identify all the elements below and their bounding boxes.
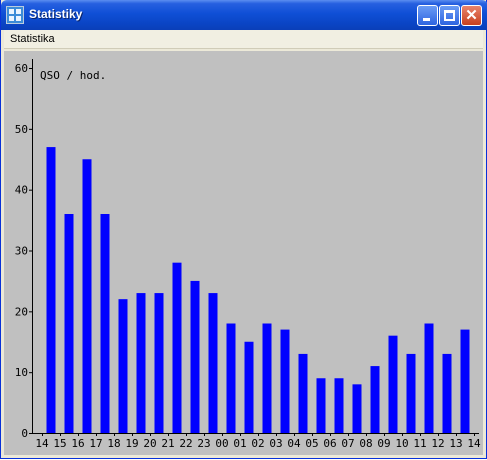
x-tick-label: 21 <box>161 437 174 450</box>
bar <box>298 353 308 433</box>
x-tick-label: 05 <box>305 437 318 450</box>
bar <box>280 329 290 433</box>
x-tick-label: 16 <box>71 437 84 450</box>
x-tick-label: 12 <box>431 437 444 450</box>
x-tick-label: 08 <box>359 437 372 450</box>
bar <box>136 293 146 433</box>
title-bar[interactable]: Statistiky ✕ <box>1 0 487 30</box>
x-tick-label: 02 <box>251 437 264 450</box>
x-tick-label: 15 <box>53 437 66 450</box>
y-tick-label: 50 <box>15 123 28 136</box>
bar <box>352 384 362 433</box>
bar <box>154 293 164 433</box>
x-tick-label: 04 <box>287 437 301 450</box>
x-tick-label: 14 <box>467 437 481 450</box>
y-tick-label: 0 <box>21 427 28 440</box>
x-tick-label: 10 <box>395 437 408 450</box>
close-icon: ✕ <box>465 7 478 24</box>
x-tick-label: 06 <box>323 437 336 450</box>
bar <box>262 323 272 433</box>
bar <box>406 353 416 433</box>
x-tick-label: 09 <box>377 437 390 450</box>
bar <box>316 378 326 433</box>
bar <box>82 159 92 433</box>
bar <box>46 147 56 433</box>
app-icon <box>6 6 24 24</box>
y-tick-label: 60 <box>15 62 28 75</box>
bar <box>460 329 470 433</box>
x-tick-label: 03 <box>269 437 282 450</box>
bar <box>190 280 200 433</box>
x-tick-label: 07 <box>341 437 354 450</box>
chart-title: QSO / hod. <box>40 69 106 82</box>
bar <box>100 214 110 433</box>
x-tick-label: 13 <box>449 437 462 450</box>
maximize-icon <box>444 10 455 21</box>
x-tick-label: 23 <box>197 437 210 450</box>
x-tick-label: 22 <box>179 437 192 450</box>
bar-chart: QSO / hod. 010203040506014 15 16 17 18 19 20 21… <box>15 59 481 450</box>
chart-area: QSO / hod. 0 10 20 30 40 50 60 14 15 16 17 18 19 20 21… <box>4 51 483 455</box>
x-tick-label: 19 <box>125 437 138 450</box>
bar <box>226 323 236 433</box>
y-tick-label: 40 <box>15 184 28 197</box>
x-tick-label: 01 <box>233 437 246 450</box>
y-tick-label: 10 <box>15 366 28 379</box>
bar <box>118 299 128 433</box>
bar <box>208 293 218 433</box>
bar <box>442 353 452 433</box>
bar <box>64 214 74 433</box>
x-tick-label: 17 <box>89 437 102 450</box>
x-tick-label: 20 <box>143 437 156 450</box>
minimize-button[interactable] <box>417 5 438 26</box>
x-tick-label: 14 <box>35 437 49 450</box>
x-tick-label: 00 <box>215 437 228 450</box>
minimize-icon <box>423 18 430 21</box>
x-tick-label: 18 <box>107 437 120 450</box>
maximize-button[interactable] <box>439 5 460 26</box>
bar <box>244 341 254 433</box>
close-button[interactable]: ✕ <box>461 5 482 26</box>
x-tick-label: 11 <box>413 437 426 450</box>
bar <box>370 366 380 433</box>
bar <box>334 378 344 433</box>
bar <box>424 323 434 433</box>
window-title: Statistiky <box>29 7 83 21</box>
y-tick-label: 20 <box>15 305 28 318</box>
bar <box>388 335 398 433</box>
statistics-window: Statistiky ✕ Statistika QSO / hod. 0 10 20… <box>0 0 487 459</box>
menu-bar: Statistika <box>4 30 483 49</box>
bar <box>172 262 182 433</box>
menu-statistika[interactable]: Statistika <box>10 33 55 45</box>
y-tick-label: 30 <box>15 245 28 258</box>
